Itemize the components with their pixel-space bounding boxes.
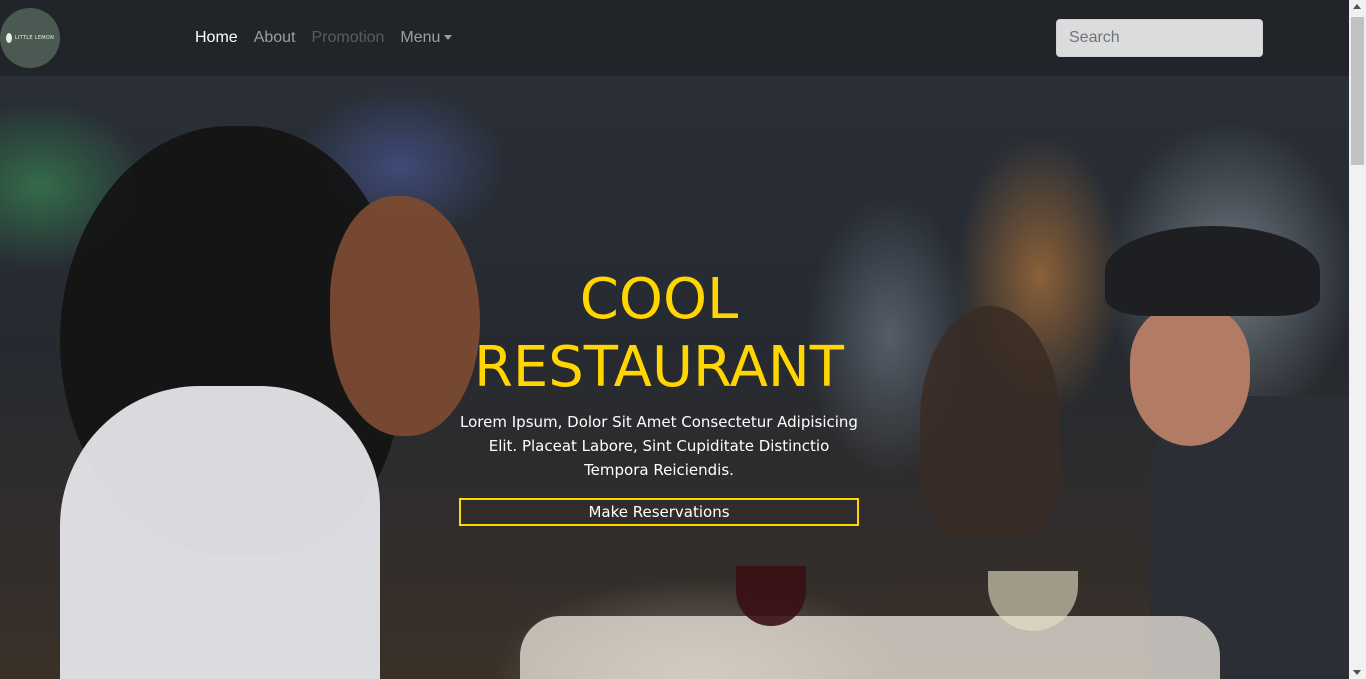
scroll-down-icon[interactable] xyxy=(1353,670,1361,675)
scrollbar-thumb[interactable] xyxy=(1351,17,1364,165)
search-input[interactable] xyxy=(1056,19,1263,57)
hero-description: Lorem Ipsum, Dolor Sit Amet Consectetur … xyxy=(460,413,858,479)
hero-content: COOL RESTAURANT Lorem Ipsum, Dolor Sit A… xyxy=(459,266,859,526)
logo[interactable]: LITTLE LEMON xyxy=(0,8,60,68)
nav-item-about[interactable]: About xyxy=(246,29,304,47)
caret-down-icon xyxy=(444,35,453,41)
page-scrollbar[interactable] xyxy=(1349,0,1366,679)
nav-item-menu-label: Menu xyxy=(400,29,441,46)
nav-item-promotion[interactable]: Promotion xyxy=(304,29,393,47)
hero-photo-person-shirt xyxy=(60,386,380,679)
nav-item-menu[interactable]: Menu xyxy=(392,29,460,47)
lemon-icon xyxy=(5,33,12,43)
nav-item-home[interactable]: Home xyxy=(187,29,246,47)
hero-banner: COOL RESTAURANT Lorem Ipsum, Dolor Sit A… xyxy=(0,76,1349,679)
navbar: LITTLE LEMON Home About Promotion Menu xyxy=(0,0,1349,76)
hero-photo-person-face xyxy=(330,196,480,436)
logo-text: LITTLE LEMON xyxy=(14,35,55,41)
scroll-up-icon[interactable] xyxy=(1353,4,1361,9)
hero-photo-diner xyxy=(920,306,1060,536)
make-reservations-button[interactable]: Make Reservations xyxy=(459,498,859,526)
hero-photo-table xyxy=(520,616,1220,679)
hero-photo-diner-face xyxy=(1130,306,1250,446)
hero-photo-diner-hat xyxy=(1105,226,1320,316)
nav-links: Home About Promotion Menu xyxy=(187,0,460,76)
hero-title: COOL RESTAURANT xyxy=(473,267,845,400)
